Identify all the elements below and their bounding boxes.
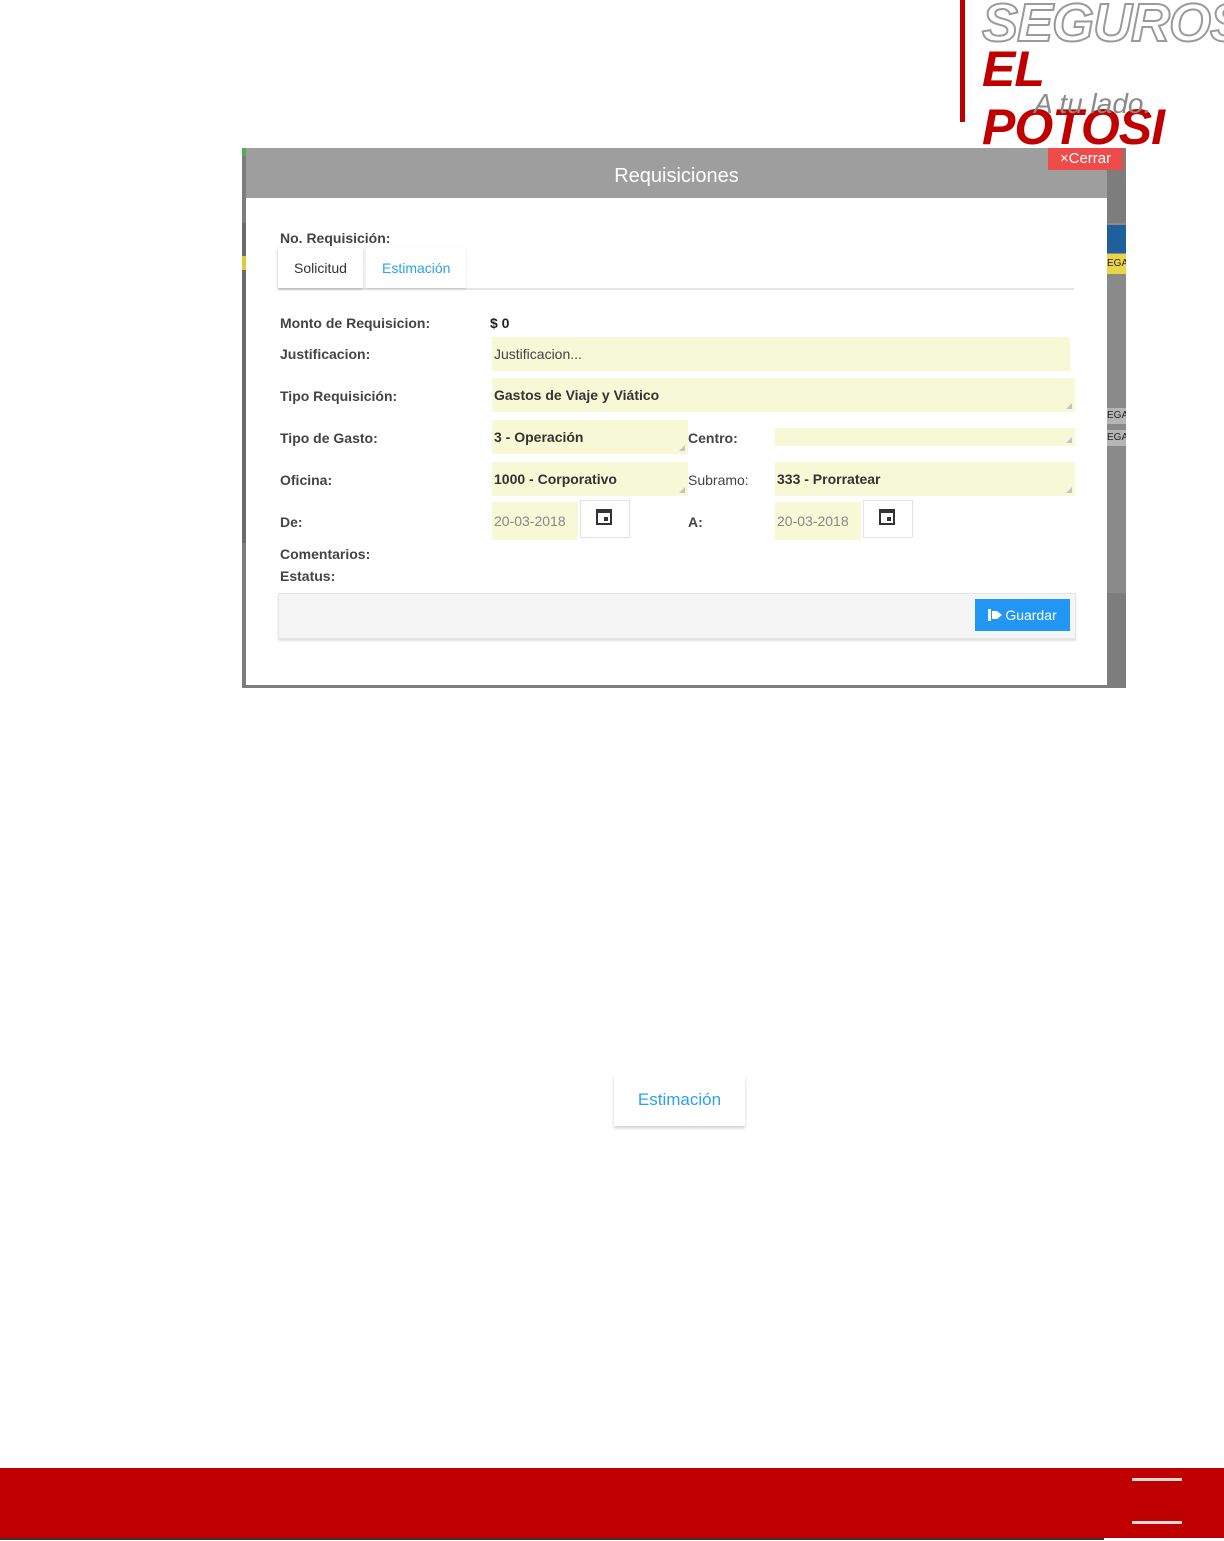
expense-type-select[interactable]: 3 - Operación	[492, 420, 688, 454]
resize-grip-icon	[679, 487, 685, 493]
tab-estimacion-detail[interactable]: Estimación	[614, 1076, 745, 1126]
center-select[interactable]	[775, 428, 1075, 446]
subramo-value: 333 - Prorratear	[777, 471, 881, 487]
center-label: Centro:	[688, 430, 738, 446]
modal-title: Requisiciones	[246, 148, 1107, 198]
company-logo: SEGUROS EL POTOSI A tu lado.	[960, 0, 1224, 155]
resize-grip-icon	[679, 445, 685, 451]
amount-label: Monto de Requisicion:	[280, 315, 431, 331]
office-select[interactable]: 1000 - Corporativo	[492, 462, 688, 496]
requisition-type-label: Tipo Requisición:	[280, 388, 398, 404]
background-right-cell: EGA	[1107, 254, 1126, 274]
requisition-number-label: No. Requisición:	[280, 230, 391, 246]
from-date-picker-button[interactable]	[580, 500, 630, 538]
modal-tabs: Solicitud Estimación	[278, 248, 1074, 290]
requisition-type-value: Gastos de Viaje y Viático	[494, 387, 660, 403]
from-date-label: De:	[280, 514, 303, 530]
status-label: Estatus:	[280, 568, 336, 584]
to-date-input[interactable]: 20-03-2018	[775, 502, 861, 540]
calendar-icon	[879, 509, 895, 525]
resize-grip-icon	[1066, 437, 1072, 443]
save-button[interactable]: Guardar	[975, 599, 1070, 631]
background-right-header	[1107, 225, 1126, 253]
office-label: Oficina:	[280, 472, 333, 488]
to-date-picker-button[interactable]	[863, 500, 913, 538]
expense-type-label: Tipo de Gasto:	[280, 430, 378, 446]
tab-estimacion[interactable]: Estimación	[366, 248, 467, 288]
requisition-modal: Requisiciones No. Requisición: Solicitud…	[246, 148, 1107, 685]
office-value: 1000 - Corporativo	[494, 471, 617, 487]
calendar-icon	[596, 509, 612, 525]
amount-value: $ 0	[490, 315, 510, 331]
logo-tagline: A tu lado.	[1034, 88, 1152, 119]
page-footer	[0, 1468, 1224, 1538]
subramo-label: Subramo:	[688, 472, 749, 488]
requisition-type-select[interactable]: Gastos de Viaje y Viático	[492, 378, 1075, 412]
resize-grip-icon	[1066, 403, 1072, 409]
app-screenshot: EGA EGA EGA Requisiciones No. Requisició…	[242, 148, 1126, 688]
footer-decoration-line	[1132, 1478, 1182, 1481]
modal-footer: Guardar	[278, 593, 1076, 639]
footer-bottom-rule	[0, 1538, 1104, 1540]
save-label: Guardar	[1005, 607, 1057, 623]
resize-grip-icon	[1066, 487, 1072, 493]
background-right-cell: EGA	[1107, 430, 1126, 446]
close-label: Cerrar	[1068, 150, 1112, 167]
comments-label: Comentarios:	[280, 546, 371, 562]
justification-input[interactable]: Justificacion...	[492, 337, 1070, 371]
background-right-cell: EGA	[1107, 408, 1126, 424]
subramo-select[interactable]: 333 - Prorratear	[775, 462, 1075, 496]
logo-accent-bar	[960, 0, 965, 122]
close-button[interactable]: ×Cerrar	[1048, 148, 1123, 170]
close-icon: ×	[1059, 150, 1069, 167]
to-date-label: A:	[688, 514, 703, 530]
tab-solicitud[interactable]: Solicitud	[278, 248, 363, 288]
save-icon	[988, 609, 1003, 621]
footer-decoration-line	[1132, 1521, 1182, 1524]
justification-label: Justificacion:	[280, 346, 371, 362]
expense-type-value: 3 - Operación	[494, 429, 584, 445]
from-date-input[interactable]: 20-03-2018	[492, 502, 578, 540]
